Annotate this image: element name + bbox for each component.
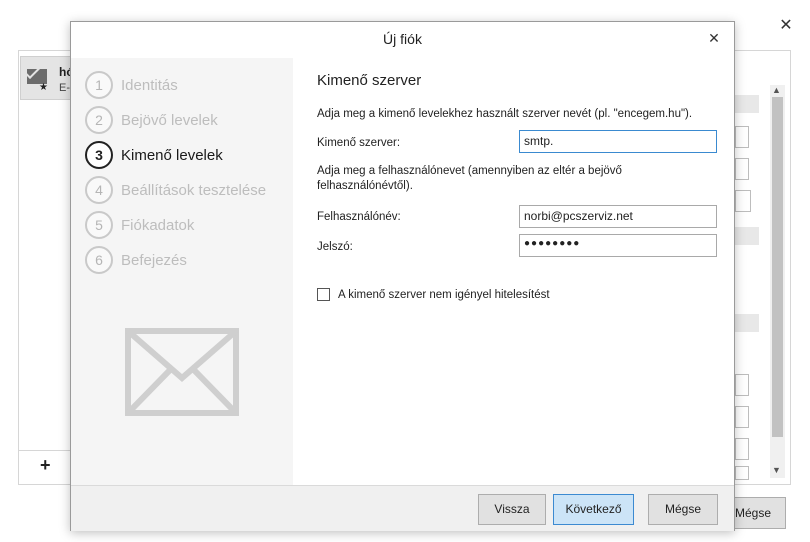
step-number: 6 [85, 246, 113, 274]
background-select[interactable] [735, 190, 751, 212]
username-label: Felhasználónév: [317, 211, 401, 223]
background-field[interactable] [735, 158, 749, 180]
password-input[interactable]: ●●●●●●●● [519, 234, 717, 257]
step-incoming: 2 Bejövő levelek [85, 106, 218, 134]
outgoing-server-input[interactable]: smtp. [519, 130, 717, 153]
step-label: Fiókadatok [121, 216, 195, 234]
step-number: 5 [85, 211, 113, 239]
step-account-data: 5 Fiókadatok [85, 211, 194, 239]
step-label: Befejezés [121, 251, 187, 269]
background-cancel-button[interactable]: Mégse [730, 497, 786, 529]
account-subtitle: E- [59, 82, 70, 94]
background-field[interactable] [735, 438, 749, 460]
step-label: Identitás [121, 76, 178, 94]
dialog-footer: Vissza Következő Mégse [71, 485, 734, 531]
step-test-settings: 4 Beállítások tesztelése [85, 176, 266, 204]
step-outgoing: 3 Kimenő levelek [85, 141, 223, 169]
scroll-up-icon[interactable]: ▲ [772, 85, 781, 95]
step-number: 2 [85, 106, 113, 134]
scroll-down-icon[interactable]: ▼ [772, 465, 781, 475]
background-field[interactable] [735, 374, 749, 396]
username-input[interactable]: norbi@pcszerviz.net [519, 205, 717, 228]
password-label: Jelszó: [317, 241, 353, 253]
step-number: 3 [85, 141, 113, 169]
step-number: 1 [85, 71, 113, 99]
step-finish: 6 Befejezés [85, 246, 187, 274]
new-account-dialog: Új fiók ✕ 1 Identitás 2 Bejövő levelek 3… [70, 21, 735, 531]
section-header [735, 95, 759, 113]
background-field[interactable] [735, 466, 749, 480]
account-list-item[interactable]: ★ hó E- [20, 56, 75, 100]
step-number: 4 [85, 176, 113, 204]
section-title: Kimenő szerver [317, 72, 422, 89]
add-account-icon[interactable]: + [40, 455, 51, 476]
section-header [735, 227, 759, 245]
background-close-icon[interactable]: ✕ [778, 18, 794, 34]
server-hint: Adja meg a kimenő levelekhez használt sz… [317, 108, 693, 120]
scrollbar[interactable]: ▲ ▼ [770, 85, 785, 478]
no-auth-label[interactable]: A kimenő szerver nem igényel hitelesítés… [338, 289, 550, 301]
dialog-title: Új fiók [383, 31, 422, 47]
scrollbar-thumb[interactable] [772, 97, 783, 437]
background-field[interactable] [735, 126, 749, 148]
server-label: Kimenő szerver: [317, 137, 401, 149]
divider [19, 450, 71, 451]
step-label: Beállítások tesztelése [121, 181, 267, 199]
username-hint: Adja meg a felhasználónevet (amennyiben … [317, 165, 622, 192]
section-header [735, 314, 759, 332]
star-icon: ★ [39, 82, 48, 93]
no-auth-option[interactable]: A kimenő szerver nem igényel hitelesítés… [317, 288, 550, 301]
back-button[interactable]: Vissza [478, 494, 546, 525]
step-label: Bejövő levelek [121, 111, 218, 129]
close-icon[interactable]: ✕ [706, 30, 722, 48]
outgoing-server-form: Kimenő szerver Adja meg a kimenő levelek… [293, 58, 734, 485]
envelope-icon [125, 328, 239, 416]
cancel-button[interactable]: Mégse [648, 494, 718, 525]
step-label: Kimenő levelek [121, 146, 223, 164]
step-identity: 1 Identitás [85, 71, 178, 99]
next-button[interactable]: Következő [553, 494, 634, 525]
wizard-steps-panel: 1 Identitás 2 Bejövő levelek 3 Kimenő le… [71, 58, 293, 485]
background-field[interactable] [735, 406, 749, 428]
no-auth-checkbox[interactable] [317, 288, 330, 301]
